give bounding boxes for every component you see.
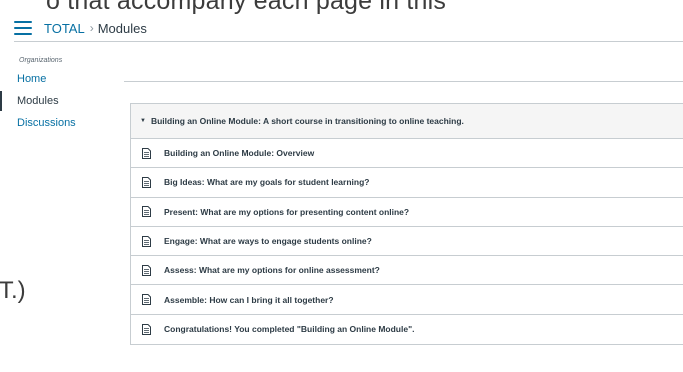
nav-item-discussions[interactable]: Discussions	[0, 112, 110, 134]
module-item-congratulations[interactable]: Congratulations! You completed "Building…	[131, 314, 683, 345]
nav-item-home[interactable]: Home	[0, 68, 110, 90]
breadcrumb-bar: TOTAL › Modules	[0, 14, 683, 42]
header-divider	[14, 41, 683, 42]
module-item-assemble[interactable]: Assemble: How can I bring it all togethe…	[131, 285, 683, 315]
content-toolbar-divider	[124, 81, 683, 82]
module-item-title[interactable]: Big Ideas: What are my goals for student…	[164, 177, 369, 187]
triangle-down-icon[interactable]: ▼	[140, 118, 146, 124]
nav-item-modules[interactable]: Modules	[0, 91, 110, 111]
course-navigation: Organizations Home Modules Discussions	[0, 54, 110, 134]
module-item-title[interactable]: Congratulations! You completed "Building…	[164, 324, 414, 334]
screen: o that accompany each page in this T.) T…	[0, 0, 683, 372]
module-item-title[interactable]: Engage: What are ways to engage students…	[164, 236, 372, 246]
page-icon	[142, 294, 151, 306]
page-icon	[142, 176, 151, 188]
breadcrumb-current-page: Modules	[97, 20, 147, 36]
background-page-text-left: T.)	[0, 277, 26, 304]
breadcrumb-course-link[interactable]: TOTAL	[44, 21, 85, 36]
module-item-title[interactable]: Building an Online Module: Overview	[164, 148, 314, 158]
nav-heading: Organizations	[19, 57, 63, 64]
page-icon	[142, 147, 151, 159]
module-item-title[interactable]: Assemble: How can I bring it all togethe…	[164, 295, 334, 305]
page-icon	[142, 206, 151, 218]
module-item-title[interactable]: Assess: What are my options for online a…	[164, 265, 380, 275]
module-item-overview[interactable]: Building an Online Module: Overview	[131, 139, 683, 169]
page-icon	[142, 323, 151, 335]
hamburger-menu-icon[interactable]	[14, 21, 32, 35]
module-item-present[interactable]: Present: What are my options for present…	[131, 197, 683, 227]
module-item-engage[interactable]: Engage: What are ways to engage students…	[131, 226, 683, 257]
module-item-big-ideas[interactable]: Big Ideas: What are my goals for student…	[131, 168, 683, 198]
breadcrumb-separator: ›	[89, 21, 94, 35]
module-item-title[interactable]: Present: What are my options for present…	[164, 207, 409, 217]
module-item-assess[interactable]: Assess: What are my options for online a…	[131, 256, 683, 286]
page-icon	[142, 264, 151, 276]
page-icon	[142, 235, 151, 247]
module-panel: ▼ Building an Online Module: A short cou…	[130, 103, 683, 346]
module-title: Building an Online Module: A short cours…	[150, 116, 464, 126]
module-header[interactable]: ▼ Building an Online Module: A short cou…	[131, 104, 683, 139]
